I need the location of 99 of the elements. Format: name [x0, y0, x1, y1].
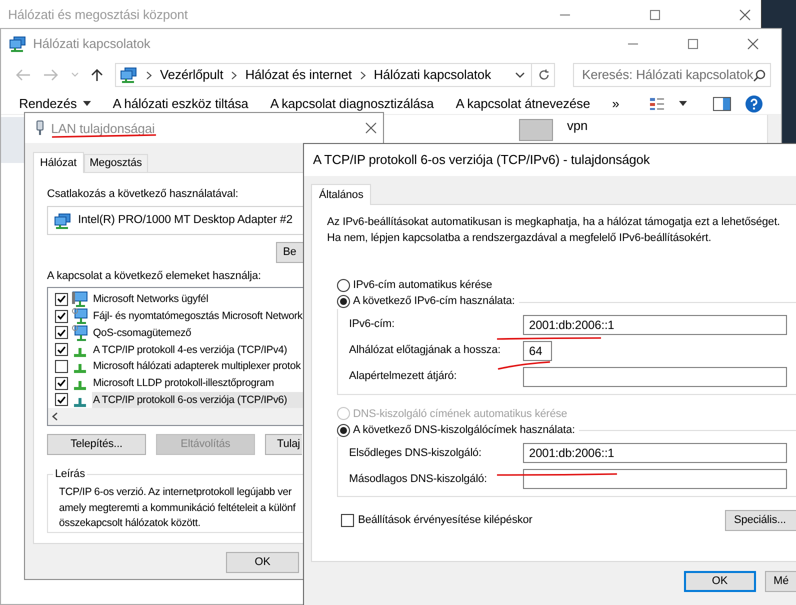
protocol-icon — [74, 348, 86, 357]
input-field[interactable]: 64 — [523, 340, 552, 360]
input-field[interactable] — [523, 469, 787, 489]
checkbox[interactable] — [55, 292, 68, 306]
field-label: IPv6-cím: — [349, 317, 396, 332]
chevron-right-icon — [231, 70, 238, 80]
close-icon[interactable] — [365, 122, 377, 134]
close-icon[interactable] — [739, 9, 751, 21]
network-folder-icon — [9, 36, 27, 52]
tab[interactable]: Megosztás — [84, 154, 148, 172]
list-item[interactable]: Microsoft Networks ügyfél — [92, 291, 304, 308]
caret-icon[interactable] — [679, 101, 687, 106]
toolbar-button[interactable]: A hálózati eszköz tiltása — [112, 94, 248, 114]
maximize-icon[interactable] — [687, 38, 699, 50]
tab[interactable]: Általános — [311, 184, 372, 205]
checkbox[interactable] — [55, 326, 68, 340]
advanced-button[interactable]: Speciális... — [725, 510, 796, 531]
button[interactable]: Tulaj — [265, 434, 302, 455]
radio-button[interactable] — [337, 424, 350, 436]
list-item[interactable]: Microsoft hálózati adapterek multiplexer protok — [92, 358, 304, 374]
search-field[interactable]: Keresés: Hálózati kapcsolatok — [573, 63, 771, 87]
field-label: Alhálózat előtagjának a hossza: — [349, 343, 502, 358]
address-bar[interactable]: Vezérlőpult Hálózat és internet Hálózati kapcsolatok — [115, 63, 555, 87]
network-adapter-icon — [54, 212, 72, 228]
checkbox-label: Beállítások érvényesítése kilépéskor — [358, 513, 532, 528]
button[interactable]: Mé — [764, 571, 796, 592]
list-item[interactable]: QoS-csomagütemező — [92, 324, 304, 341]
window-title: Hálózati és megosztási központ — [8, 6, 188, 24]
field-label: Elsődleges DNS-kiszolgáló: — [349, 446, 483, 461]
field-label: A kapcsolat a következő elemeket használja: — [47, 269, 262, 283]
button: Eltávolítás — [156, 434, 255, 455]
checkbox[interactable] — [341, 514, 354, 527]
protocol-icon — [74, 398, 86, 407]
radio-label: A következő DNS-kiszolgálócímek használata: — [353, 422, 575, 438]
input-field[interactable]: 2001:db:2006::1 — [523, 443, 787, 463]
toolbar-button[interactable]: » — [612, 94, 620, 114]
checkbox[interactable] — [55, 360, 68, 373]
checkbox[interactable] — [55, 393, 68, 406]
connection-name[interactable]: vpn — [567, 119, 588, 133]
ok-button[interactable]: OK — [226, 552, 299, 573]
checkbox[interactable] — [55, 343, 68, 356]
adapter-field: Intel(R) PRO/1000 MT Desktop Adapter #2 — [47, 206, 304, 235]
window-title: A TCP/IP protokoll 6-os verziója (TCP/IPv6) - tulajdonságok — [313, 151, 650, 170]
connection-icon — [519, 119, 553, 141]
description-text: amely megteremti a kommunikáció feltételeit a különf — [59, 500, 297, 516]
toolbar-button[interactable]: A kapcsolat átnevezése — [456, 94, 590, 114]
computer-icon — [72, 291, 88, 308]
description-text: összekapcsolt hálózatok között. — [59, 516, 202, 531]
tab[interactable]: Hálózat — [33, 152, 84, 173]
search-icon[interactable] — [753, 68, 766, 82]
close-icon[interactable] — [747, 38, 759, 50]
protocol-icon — [74, 381, 86, 390]
configure-button[interactable]: Be — [276, 242, 304, 263]
button[interactable]: Telepítés... — [47, 434, 146, 455]
field-label: Alapértelmezett átjáró: — [349, 369, 458, 384]
chevron-right-icon — [360, 70, 366, 80]
list-item[interactable]: Fájl- és nyomtatómegosztás Microsoft Network — [92, 308, 304, 324]
scroll-left-icon[interactable] — [52, 412, 58, 422]
computer-gear-icon — [72, 308, 88, 324]
network-cable-icon — [35, 120, 45, 136]
input-field[interactable]: 2001:db:2006::1 — [523, 314, 787, 334]
list-item[interactable]: Microsoft LLDP protokoll-illesztőprogram — [92, 375, 304, 392]
chevron-right-icon — [146, 70, 152, 80]
description-text: TCP/IP 6-os verzió. Az internetprotokoll legújabb ver — [59, 485, 293, 500]
chevron-down-icon[interactable] — [515, 72, 525, 78]
toolbar-button[interactable]: A kapcsolat diagnosztizálása — [270, 94, 434, 114]
radio-label: A következő IPv6-cím használata: — [353, 294, 515, 310]
view-options-icon[interactable] — [649, 96, 665, 110]
list-item[interactable]: A TCP/IP protokoll 6-os verziója (TCP/IPv6) — [92, 392, 304, 408]
toolbar-button[interactable]: Rendezés — [19, 94, 91, 114]
annotation-underline — [498, 361, 550, 370]
ok-button[interactable]: OK — [684, 571, 756, 592]
maximize-icon[interactable] — [649, 9, 661, 21]
computer-gear-icon — [72, 324, 88, 341]
radio-label: DNS-kiszolgáló címének automatikus kérése — [353, 406, 568, 422]
checkbox[interactable] — [55, 376, 68, 390]
field-label: Csatlakozás a következő használatával: — [47, 187, 240, 201]
breadcrumb-link[interactable]: Hálózati kapcsolatok — [374, 65, 491, 85]
refresh-icon[interactable] — [538, 69, 550, 81]
info-text: Ha nem, lépjen kapcsolatba a rendszergazdával a megfelelő IPv6-beállításokért. — [327, 231, 712, 246]
window-title: LAN tulajdonságai — [51, 120, 155, 136]
network-folder-icon — [120, 67, 138, 83]
breadcrumb-link[interactable]: Hálózat és internet — [245, 65, 352, 85]
field-label: Másodlagos DNS-kiszolgáló: — [349, 472, 488, 487]
breadcrumb-link[interactable]: Vezérlőpult — [160, 65, 224, 85]
list-item[interactable]: A TCP/IP protokoll 4-es verziója (TCP/IPv4) — [92, 342, 304, 358]
protocol-icon — [74, 364, 86, 374]
info-text: Az IPv6-beállításokat automatikusan is megkaphatja, ha a hálózat támogatja ezt a lehetőséget. — [327, 215, 781, 230]
radio-button[interactable] — [337, 295, 350, 308]
radio-label: IPv6-cím automatikus kérése — [353, 278, 492, 293]
up-arrow-icon[interactable] — [91, 68, 103, 82]
help-icon[interactable] — [745, 94, 763, 112]
input-field[interactable] — [523, 366, 787, 386]
preview-pane-icon[interactable] — [713, 96, 731, 110]
scrollbar[interactable] — [48, 408, 304, 425]
caret-icon — [82, 101, 91, 106]
radio-button[interactable] — [337, 278, 350, 292]
window-title: Hálózati kapcsolatok — [33, 35, 150, 54]
checkbox[interactable] — [55, 310, 68, 323]
